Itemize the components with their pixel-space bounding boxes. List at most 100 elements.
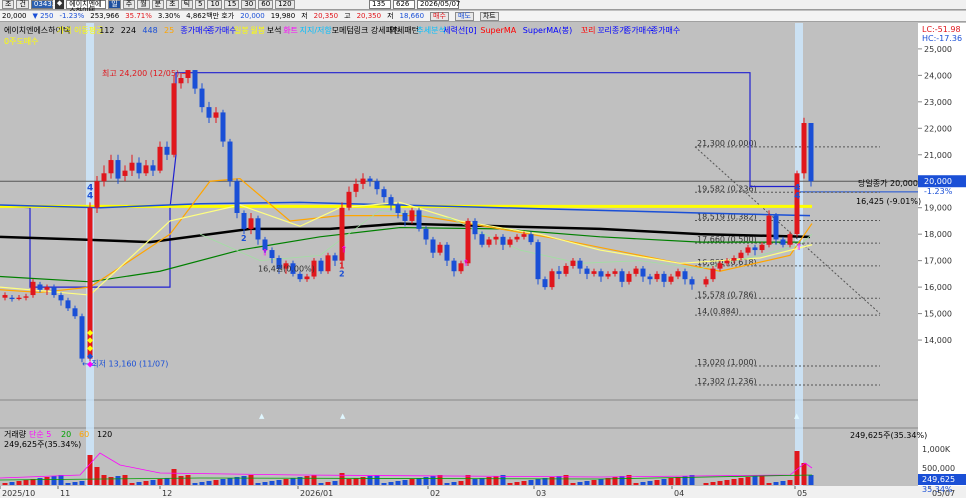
candle-body <box>437 244 443 253</box>
date-label: 05/07 <box>932 489 955 498</box>
date-input[interactable]: 2026/05/07 <box>417 0 460 9</box>
candle-body <box>395 205 401 213</box>
low-annotation: ← 최저 13,160 (11/07) <box>82 358 168 368</box>
candle-body <box>605 273 611 277</box>
buy-button[interactable]: 매수 <box>430 11 449 21</box>
tab-tick[interactable]: 틱 <box>180 0 194 9</box>
fib-label: 21,300 (0.000) <box>697 139 757 148</box>
volume-bar <box>416 478 422 485</box>
candle-body <box>325 255 331 272</box>
volume-bar <box>451 482 457 485</box>
volume-bar <box>437 475 443 485</box>
volume-bar <box>619 476 625 485</box>
signal-number: 2 <box>241 234 247 243</box>
volume-bar <box>353 478 359 485</box>
fib-label: 13,020 (1.000) <box>697 358 757 367</box>
ref-price-label: 16,425 (-9.01%) <box>856 197 921 206</box>
stock-code-input[interactable]: 034330 <box>30 0 61 9</box>
chart-window: 조 건 034330 ◆ 에이치엔에스하이텍 일 주 월 분 초 틱 5 10 … <box>0 0 966 498</box>
interval-15[interactable]: 15 <box>224 0 240 9</box>
candle-body <box>647 276 653 280</box>
chart-area[interactable]: 에이치엔에스하이텍 가격 이동평균 112 224 448 25 종가매수 종가매수 일봉 월봉 보… <box>0 23 966 498</box>
volume-bar <box>23 480 29 485</box>
volume-legend-item: 20 <box>61 430 71 439</box>
price-tick-label: 23,000 <box>924 98 952 107</box>
interval-120[interactable]: 120 <box>275 0 295 9</box>
candle-body <box>44 287 50 290</box>
interval-10[interactable]: 10 <box>207 0 223 9</box>
volume-bar <box>94 467 100 485</box>
stock-name-field[interactable]: 에이치엔에스하이텍 <box>66 0 107 15</box>
candle-body <box>598 271 604 277</box>
candle-body <box>626 273 632 282</box>
volume-bar <box>801 463 807 485</box>
candle-body <box>136 162 142 174</box>
stock-chart-svg[interactable]: 에이치엔에스하이텍가격 이동평균112 224 448 25 종가매수종가매수일봉 월봉 보… <box>0 23 966 498</box>
price-infobar: 20,000 ▼ 250 -1.23% 253,966 35.71% 3.30%… <box>0 11 966 22</box>
volume-bar <box>535 479 541 485</box>
volume-legend-item: 단순 5 <box>29 429 51 439</box>
volume-bar <box>150 480 156 485</box>
count-input[interactable]: 135 <box>369 0 391 9</box>
prev-label: 저 <box>301 12 308 20</box>
candle-body <box>633 268 639 274</box>
candle-body <box>444 244 450 261</box>
candle-body <box>423 228 429 240</box>
tab-minute[interactable]: 분 <box>151 0 165 9</box>
candle-body <box>738 252 744 258</box>
interval-60[interactable]: 60 <box>258 0 274 9</box>
candle-body <box>37 284 43 290</box>
volume-bar <box>220 479 226 485</box>
lc-label: LC:-51.98 <box>922 25 961 34</box>
candle-body <box>374 181 380 190</box>
candle-body <box>808 123 814 182</box>
legend-item: 종가매수 <box>651 26 680 35</box>
candle-body <box>661 273 667 282</box>
candle-body <box>654 273 660 280</box>
interval-5[interactable]: 5 <box>195 0 206 9</box>
candle-body <box>332 255 338 261</box>
candle-body <box>199 88 205 108</box>
sell-button[interactable]: 매도 <box>454 11 474 21</box>
legend-item: 가격 이동평균 <box>57 25 104 35</box>
volume-bar <box>9 482 15 485</box>
volume-bar <box>514 482 520 485</box>
price-tick-label: 24,000 <box>924 71 952 80</box>
candle-body <box>129 162 135 171</box>
date-label: 2026/01 <box>300 489 333 498</box>
price-tick-label: 17,000 <box>924 257 952 266</box>
candle-body <box>150 165 156 171</box>
price-change: ▼ 250 <box>32 12 54 20</box>
date-label: 05 <box>797 489 807 498</box>
tab-weekly[interactable]: 주 <box>122 0 136 9</box>
legend-item: 448 <box>142 26 157 35</box>
candle-body <box>178 78 184 84</box>
volume-bar <box>332 481 338 485</box>
volume-bar <box>101 475 107 485</box>
search-button[interactable]: 건 <box>16 0 29 9</box>
tab-daily[interactable]: 일 <box>108 0 121 9</box>
volume-bar <box>521 481 527 485</box>
volume-bar <box>171 469 177 485</box>
volume-bar <box>528 480 534 485</box>
tab-monthly[interactable]: 월 <box>137 0 150 9</box>
volume-tag-text: 249,625 <box>922 475 955 484</box>
volume-bar <box>72 482 78 485</box>
candle-body <box>773 215 779 240</box>
interval-30[interactable]: 30 <box>241 0 257 9</box>
chart-mode-button[interactable]: 차트 <box>479 11 499 21</box>
candle-body <box>402 213 408 221</box>
candle-body <box>367 178 373 182</box>
volume-bar <box>661 479 667 485</box>
condition-button[interactable]: 조 <box>2 0 15 9</box>
candle-body <box>388 197 394 206</box>
volume-bar <box>58 475 64 485</box>
ratio-value: 3.30% <box>157 12 181 20</box>
candle-body <box>241 213 247 229</box>
price-change-pct: -1.23% <box>59 12 85 20</box>
legend-item: 월봉 <box>250 25 265 35</box>
volume-left-value: 249,625주(35.34%) <box>4 440 81 449</box>
tab-second[interactable]: 초 <box>166 0 179 9</box>
volume-bar <box>388 482 394 485</box>
legend-item: 종가매수 <box>207 26 236 35</box>
